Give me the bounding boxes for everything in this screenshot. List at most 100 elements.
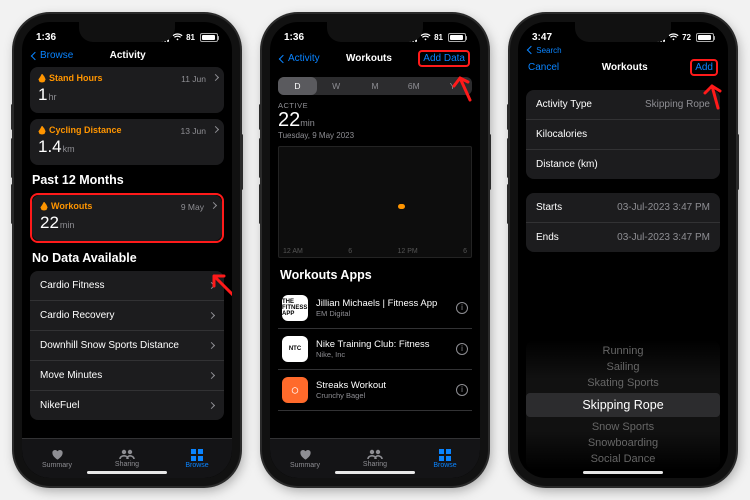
people-icon	[367, 449, 383, 460]
row-label: Cardio Fitness	[40, 280, 104, 291]
tab-label: Summary	[42, 462, 72, 469]
card-label: Stand Hours	[49, 73, 103, 83]
people-icon	[119, 449, 135, 460]
phone-1: 1:36 81 Browse Activity Stand Hours 11 J…	[14, 14, 240, 486]
chevron-left-icon	[31, 51, 39, 59]
axis-tick: 6	[463, 248, 467, 255]
hero-label: ACTIVE	[278, 101, 472, 110]
app-row[interactable]: ◯ Streaks WorkoutCrunchy Bagel i	[278, 370, 472, 411]
wifi-icon	[420, 33, 431, 41]
annotation-arrow	[694, 78, 728, 112]
battery-pct: 81	[434, 33, 443, 42]
home-indicator[interactable]	[87, 471, 167, 474]
picker-option[interactable]: Skating Sports	[587, 377, 659, 389]
app-name: Streaks Workout	[316, 380, 448, 391]
card-unit: km	[63, 144, 75, 154]
annotation-arrow	[444, 70, 478, 104]
card-date: 9 May	[181, 202, 204, 212]
form-row[interactable]: Activity TypeSkipping Rope	[526, 90, 720, 120]
chevron-right-icon	[208, 402, 215, 409]
tab-summary[interactable]: Summary	[22, 439, 92, 478]
card-value: 1	[38, 85, 47, 104]
chevron-right-icon	[208, 312, 215, 319]
chevron-left-icon	[279, 54, 287, 62]
list-item[interactable]: Cardio Fitness	[30, 271, 224, 301]
back-label: Browse	[40, 50, 73, 61]
field-label: Starts	[536, 202, 562, 213]
field-label: Activity Type	[536, 99, 592, 110]
app-icon: ◯	[282, 377, 308, 403]
picker-option[interactable]: Running	[603, 345, 644, 357]
app-dev: Nike, Inc	[316, 350, 448, 359]
form-row[interactable]: Kilocalories	[526, 120, 720, 150]
app-icon: NTC	[282, 336, 308, 362]
row-label: NikeFuel	[40, 400, 79, 411]
page-title: Activity	[73, 50, 182, 61]
tab-browse[interactable]: Browse	[410, 439, 480, 478]
form-row[interactable]: Ends03-Jul-2023 3:47 PM	[526, 223, 720, 252]
card-label: Cycling Distance	[49, 125, 122, 135]
range-segmented[interactable]: DWM6MY	[278, 77, 472, 95]
info-icon[interactable]: i	[456, 343, 468, 355]
info-icon[interactable]: i	[456, 302, 468, 314]
grid-icon	[191, 449, 203, 461]
battery-icon	[448, 33, 466, 42]
stand-hours-card[interactable]: Stand Hours 11 Jun 1hr	[30, 67, 224, 113]
list-item[interactable]: Downhill Snow Sports Distance	[30, 331, 224, 361]
nav-bar: Browse Activity	[22, 46, 232, 67]
back-button[interactable]: Browse	[32, 50, 73, 61]
cancel-button[interactable]: Cancel	[528, 62, 559, 73]
heart-icon	[299, 449, 312, 461]
card-date: 13 Jun	[180, 126, 206, 136]
picker-option[interactable]: Skipping Rope	[526, 393, 720, 417]
picker-option[interactable]: Social Dance	[591, 453, 656, 465]
picker-option[interactable]: Sailing	[606, 361, 639, 373]
app-name: Nike Training Club: Fitness	[316, 339, 448, 350]
phone-2: 1:36 81 Activity Workouts Add Data DWM6M…	[262, 14, 488, 486]
battery-icon	[696, 33, 714, 42]
list-item[interactable]: Cardio Recovery	[30, 301, 224, 331]
back-to-search[interactable]: Search	[518, 46, 728, 55]
add-button[interactable]: Add	[690, 59, 718, 76]
hero-value: 22	[278, 109, 300, 131]
home-indicator[interactable]	[335, 471, 415, 474]
form-row[interactable]: Distance (km)	[526, 150, 720, 179]
row-label: Downhill Snow Sports Distance	[40, 340, 179, 351]
add-data-button[interactable]: Add Data	[418, 50, 470, 67]
clock: 1:36	[284, 32, 304, 43]
app-dev: EM Digital	[316, 309, 448, 318]
home-indicator[interactable]	[583, 471, 663, 474]
back-button[interactable]: Activity	[280, 53, 320, 64]
picker-option[interactable]: Snowboarding	[588, 437, 658, 449]
no-data-list: Cardio Fitness Cardio Recovery Downhill Sn…	[30, 271, 224, 420]
form-row[interactable]: Starts03-Jul-2023 3:47 PM	[526, 193, 720, 223]
segment-D[interactable]: D	[278, 77, 317, 95]
activity-picker[interactable]: Running Sailing Skating Sports Skipping Rop…	[526, 340, 720, 470]
search-label: Search	[536, 46, 561, 55]
section-header: Workouts Apps	[280, 268, 470, 282]
cycling-distance-card[interactable]: Cycling Distance 13 Jun 1.4km	[30, 119, 224, 165]
segment-6M[interactable]: 6M	[394, 77, 433, 95]
segment-M[interactable]: M	[356, 77, 395, 95]
segment-W[interactable]: W	[317, 77, 356, 95]
nav-bar: Activity Workouts Add Data	[270, 46, 480, 73]
battery-pct: 81	[186, 33, 195, 42]
chevron-left-icon	[527, 46, 535, 54]
picker-option[interactable]: Snow Sports	[592, 421, 654, 433]
tab-browse[interactable]: Browse	[162, 439, 232, 478]
list-item[interactable]: NikeFuel	[30, 391, 224, 420]
app-dev: Crunchy Bagel	[316, 391, 448, 400]
tab-label: Summary	[290, 462, 320, 469]
info-icon[interactable]: i	[456, 384, 468, 396]
app-row[interactable]: NTC Nike Training Club: FitnessNike, Inc…	[278, 329, 472, 370]
axis-tick: 12 AM	[283, 248, 303, 255]
chevron-right-icon	[208, 372, 215, 379]
chart[interactable]: 12 AM612 PM6	[278, 146, 472, 258]
list-item[interactable]: Move Minutes	[30, 361, 224, 391]
wifi-icon	[172, 33, 183, 41]
app-row[interactable]: THE FITNESS APP Jillian Michaels | Fitne…	[278, 288, 472, 329]
field-label: Kilocalories	[536, 129, 587, 140]
tab-summary[interactable]: Summary	[270, 439, 340, 478]
workouts-card[interactable]: Workouts 9 May 22min	[32, 195, 222, 241]
clock: 3:47	[532, 32, 552, 43]
